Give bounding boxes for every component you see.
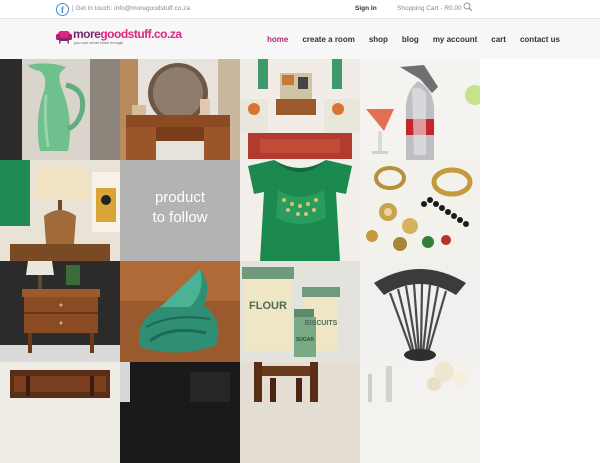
sugar-label: SUGAR xyxy=(296,337,314,343)
fan-back-chair-image xyxy=(360,261,480,362)
armchair-logo-icon xyxy=(56,31,72,44)
logo-tagline: you can never have enough xyxy=(74,40,124,45)
placeholder-line-1: product xyxy=(154,189,206,206)
cart-summary-link[interactable]: Shopping Cart - R0.00 xyxy=(397,5,462,12)
product-tile-glassware-flowers[interactable] xyxy=(360,362,480,463)
placeholder-line-2: to follow xyxy=(152,209,208,226)
product-tile-vanity-dresser[interactable] xyxy=(120,59,240,160)
costume-jewellery-image xyxy=(360,160,480,261)
green-shell-vase-image xyxy=(120,261,240,362)
product-tile-wooden-chair[interactable] xyxy=(240,362,360,463)
product-tile-table-lamp[interactable] xyxy=(0,160,120,261)
product-tile-costume-jewellery[interactable] xyxy=(360,160,480,261)
side-cabinet-image xyxy=(0,261,120,362)
product-tile-fan-back-chair[interactable] xyxy=(360,261,480,362)
main-nav: home create a room shop blog my account … xyxy=(267,19,574,59)
flour-label: FLOUR xyxy=(249,300,287,312)
kitchen-canisters-image: FLOUR BISCUITS SUGAR xyxy=(240,261,360,362)
table-lamp-image xyxy=(0,160,120,261)
logo-part-2: goodstuff.co.za xyxy=(100,27,182,41)
carved-furniture-image xyxy=(0,362,120,463)
green-vase-image xyxy=(0,59,120,160)
nav-item-contact-us[interactable]: contact us xyxy=(520,35,560,44)
sign-in-link[interactable]: Sign In xyxy=(355,5,377,12)
glassware-flowers-image xyxy=(360,362,480,463)
nav-item-create-a-room[interactable]: create a room xyxy=(302,35,354,44)
vanity-dresser-image xyxy=(120,59,240,160)
product-tile-placeholder[interactable]: product to follow xyxy=(120,160,240,261)
retro-living-room-image xyxy=(240,59,360,160)
product-tile-side-cabinet[interactable] xyxy=(0,261,120,362)
logo-wordmark: moregoodstuff.co.za xyxy=(73,27,182,41)
product-tile-carved-furniture[interactable] xyxy=(0,362,120,463)
top-utility-bar: f | Get in touch: info@moregoodstuff.co.… xyxy=(0,0,600,19)
product-tile-green-embroidered-top[interactable] xyxy=(240,160,360,261)
soda-siphon-image xyxy=(360,59,480,160)
nav-item-cart[interactable]: cart xyxy=(491,35,506,44)
product-tile-dark-interior[interactable] xyxy=(120,362,240,463)
product-tile-green-shell-vase[interactable] xyxy=(120,261,240,362)
facebook-icon[interactable]: f xyxy=(56,3,69,16)
logo-part-1: more xyxy=(73,27,101,41)
product-tile-soda-siphon[interactable] xyxy=(360,59,480,160)
product-tile-green-vase[interactable] xyxy=(0,59,120,160)
nav-item-blog[interactable]: blog xyxy=(402,35,419,44)
search-icon[interactable] xyxy=(463,2,473,12)
site-header: moregoodstuff.co.za you can never have e… xyxy=(0,19,600,59)
nav-item-shop[interactable]: shop xyxy=(369,35,388,44)
contact-text: | Get in touch: info@moregoodstuff.co.za xyxy=(72,5,191,12)
green-embroidered-top-image xyxy=(240,160,360,261)
nav-item-home[interactable]: home xyxy=(267,35,288,44)
site-logo[interactable]: moregoodstuff.co.za you can never have e… xyxy=(56,26,182,52)
biscuits-label: BISCUITS xyxy=(305,320,338,327)
dark-interior-image xyxy=(120,362,240,463)
wooden-chair-image xyxy=(240,362,360,463)
nav-item-my-account[interactable]: my account xyxy=(433,35,477,44)
product-tile-retro-living-room[interactable] xyxy=(240,59,360,160)
product-placeholder-text: product to follow xyxy=(120,188,240,228)
product-grid: product to follow FLOUR BISCUITS SUGAR xyxy=(0,59,480,463)
product-tile-kitchen-canisters[interactable]: FLOUR BISCUITS SUGAR xyxy=(240,261,360,362)
